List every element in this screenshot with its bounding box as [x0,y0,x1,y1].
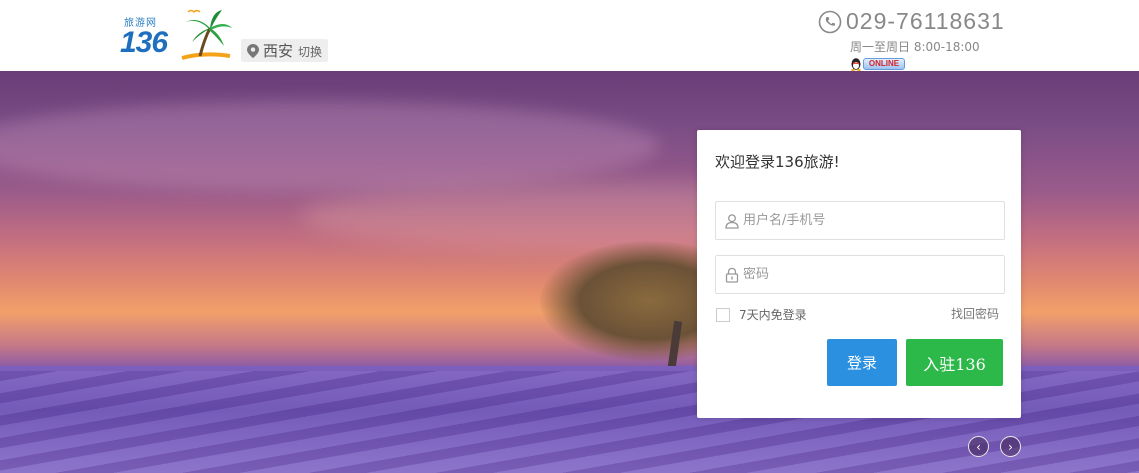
site-header: 旅游网 136 西安 切换 029-76118631 周一至周日 8:00-18… [0,0,1139,71]
carousel-prev-button[interactable]: ‹ [968,436,989,457]
user-icon [725,213,739,229]
phone-icon [818,10,842,33]
qq-online-badge[interactable]: ONLINE [850,56,906,71]
forgot-password-link[interactable]: 找回密码 [951,305,999,322]
chevron-right-icon: › [1008,439,1013,454]
qq-penguin-icon [851,57,861,71]
carousel-next-button[interactable]: › [1000,436,1021,457]
remember-label: 7天内免登录 [739,308,807,322]
service-hours: 周一至周日 8:00-18:00 [850,40,980,54]
online-status-label: ONLINE [863,57,905,70]
username-input[interactable] [743,213,993,228]
remember-checkbox[interactable] [716,307,730,322]
join-button[interactable]: 入驻136 [906,339,1003,386]
lock-icon [725,267,739,283]
site-logo[interactable]: 旅游网 136 [120,6,232,64]
city-selector[interactable]: 西安 切换 [241,39,329,62]
login-panel: 欢迎登录136旅游! 7天内免登录 找回密码 登录 入驻136 [697,130,1021,418]
password-input[interactable] [743,267,993,282]
city-switch-link[interactable]: 切换 [298,43,322,60]
password-field[interactable] [715,255,1005,294]
logo-number: 136 [120,26,168,59]
palm-tree-icon [181,9,232,60]
city-name: 西安 [263,42,294,60]
remember-me[interactable]: 7天内免登录 [716,306,807,323]
phone-number: 029-76118631 [846,8,1005,34]
login-title: 欢迎登录136旅游! [715,153,840,171]
username-field[interactable] [715,201,1005,240]
chevron-left-icon: ‹ [976,439,981,454]
hotline: 029-76118631 [818,8,1005,35]
banner-cloud [0,101,660,191]
login-button[interactable]: 登录 [827,339,897,386]
location-pin-icon [247,43,259,58]
